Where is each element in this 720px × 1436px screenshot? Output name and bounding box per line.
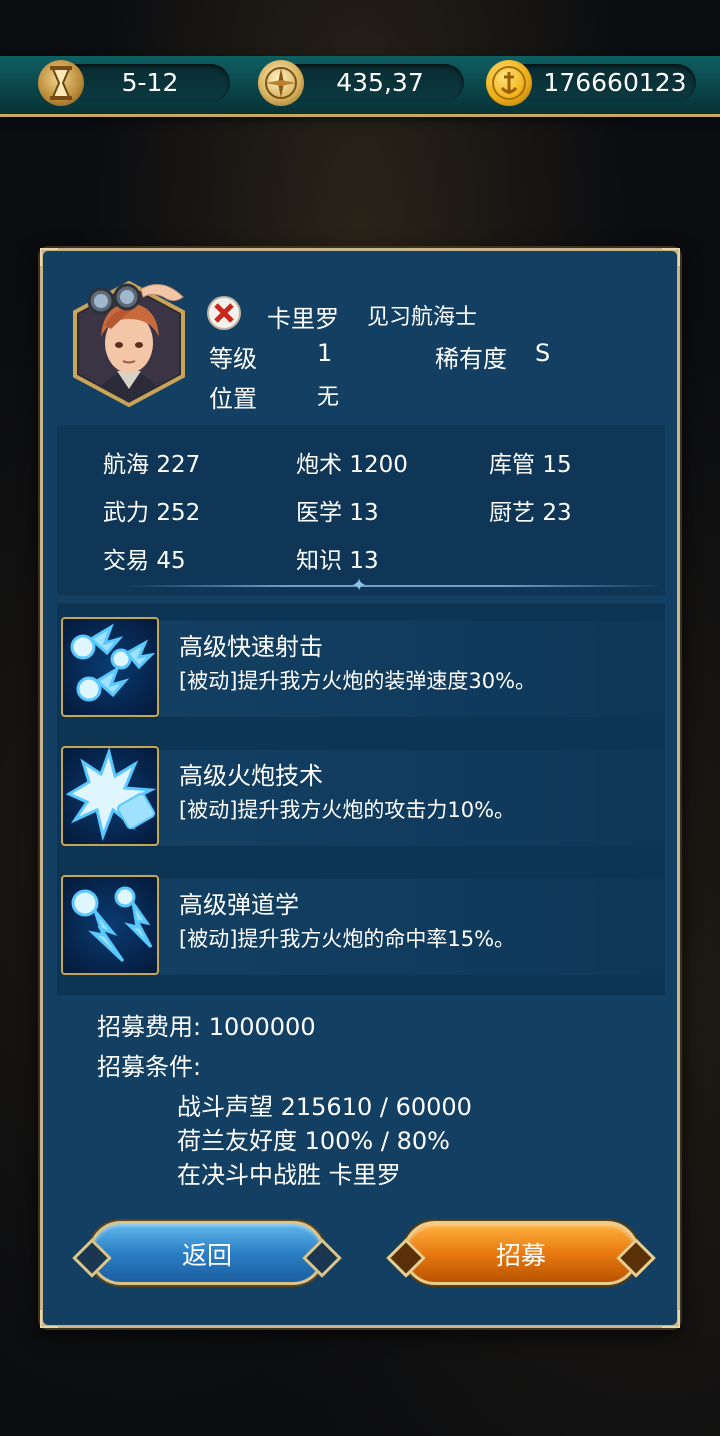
stat-gunnery: 炮术 1200	[296, 452, 408, 478]
skill-name: 高级快速射击	[179, 633, 323, 661]
section-divider	[123, 585, 663, 587]
rarity-label: 稀有度	[435, 345, 507, 373]
cannon-burst-icon	[61, 746, 159, 846]
compass-icon	[258, 60, 304, 106]
panel-corner	[662, 1310, 680, 1328]
date-display[interactable]: 5-12	[38, 60, 230, 106]
stats-grid: 航海 227 炮术 1200 库管 15 武力 252 医学 13 厨艺 23 …	[57, 425, 665, 595]
stat-knowledge: 知识 13	[296, 548, 379, 574]
skill-name: 高级弹道学	[179, 891, 299, 919]
panel-corner	[40, 248, 58, 266]
character-name: 卡里罗	[267, 305, 339, 333]
stat-sailing: 航海 227	[103, 452, 201, 478]
skill-description: [被动]提升我方火炮的命中率15%。	[179, 927, 516, 951]
recruit-conditions-title: 招募条件:	[97, 1053, 202, 1081]
condition-item: 战斗声望 215610 / 60000	[177, 1093, 472, 1121]
character-portrait[interactable]	[71, 279, 187, 409]
recruit-panel: 卡里罗 见习航海士 等级 1 稀有度 S 位置 无 航海 227 炮术 1200…	[40, 248, 680, 1328]
panel-corner	[662, 248, 680, 266]
recruit-button[interactable]: 招募	[386, 1221, 656, 1285]
level-value: 1	[317, 339, 333, 367]
stat-cooking: 厨艺 23	[489, 500, 572, 526]
gold-display[interactable]: 176660123	[486, 60, 696, 106]
coordinates-display[interactable]: 435,37	[258, 60, 464, 106]
panel-corner	[40, 1310, 58, 1328]
condition-item: 在决斗中战胜 卡里罗	[177, 1161, 401, 1189]
skill-description: [被动]提升我方火炮的装弹速度30%。	[179, 669, 537, 693]
skills-list: 高级快速射击 [被动]提升我方火炮的装弹速度30%。 高级火炮技术 [被动]提升…	[57, 603, 665, 995]
skill-item[interactable]: 高级快速射击 [被动]提升我方火炮的装弹速度30%。	[57, 617, 665, 721]
recruit-button-label: 招募	[495, 1241, 546, 1270]
character-title: 见习航海士	[367, 305, 478, 330]
rarity-value: S	[535, 339, 551, 367]
condition-item: 荷兰友好度 100% / 80%	[177, 1127, 450, 1155]
recruit-cost: 招募费用: 1000000	[97, 1013, 316, 1041]
position-value: 无	[317, 385, 340, 410]
stat-medicine: 医学 13	[296, 500, 379, 526]
stat-combat: 武力 252	[103, 500, 201, 526]
netherlands-flag-icon	[209, 298, 239, 328]
resource-bar: 5-12 435,37 176660123	[0, 56, 720, 117]
stat-storage: 库管 15	[489, 452, 572, 478]
stat-trade: 交易 45	[103, 548, 186, 574]
date-value: 5-12	[121, 68, 179, 97]
back-button-label: 返回	[181, 1241, 232, 1270]
skill-description: [被动]提升我方火炮的攻击力10%。	[179, 798, 516, 822]
ballistics-icon	[61, 875, 159, 975]
gold-coin-icon	[486, 60, 532, 106]
coordinates-value: 435,37	[336, 68, 424, 97]
skill-name: 高级火炮技术	[179, 762, 323, 790]
skill-item[interactable]: 高级弹道学 [被动]提升我方火炮的命中率15%。	[57, 875, 665, 979]
level-label: 等级	[209, 345, 257, 373]
divider-ornament-icon: ✦	[351, 575, 367, 596]
button-ornament	[386, 1238, 426, 1278]
gold-value: 176660123	[543, 68, 687, 97]
back-button[interactable]: 返回	[72, 1221, 342, 1285]
position-label: 位置	[209, 385, 257, 413]
rapid-fire-icon	[61, 617, 159, 717]
skill-item[interactable]: 高级火炮技术 [被动]提升我方火炮的攻击力10%。	[57, 746, 665, 850]
button-ornament	[72, 1238, 112, 1278]
button-ornament	[616, 1238, 656, 1278]
button-ornament	[302, 1238, 342, 1278]
